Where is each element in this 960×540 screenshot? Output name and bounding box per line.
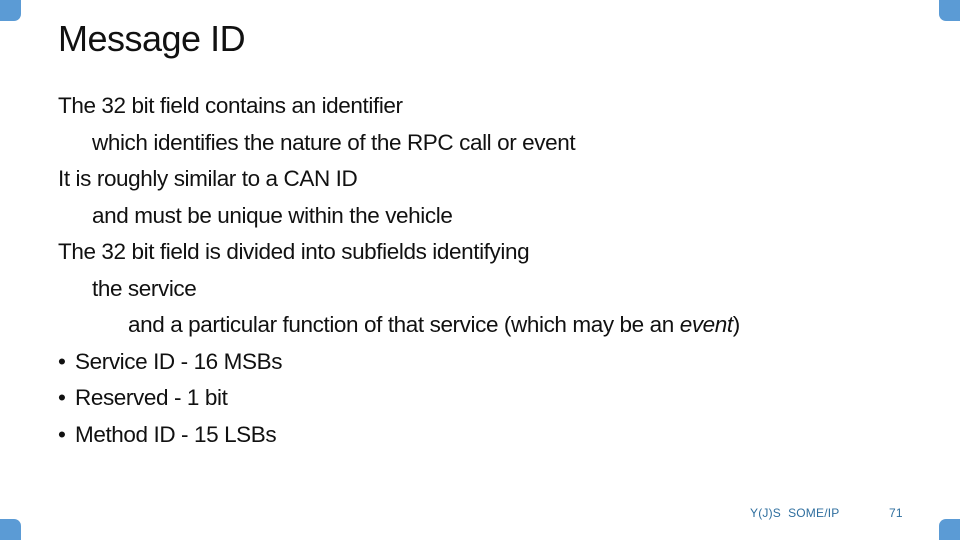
- slide-body: The 32 bit field contains an identifier …: [58, 88, 740, 453]
- body-line-text: and a particular function of that servic…: [128, 312, 680, 337]
- corner-decoration-top-right: [939, 0, 960, 21]
- slide-title: Message ID: [58, 18, 246, 59]
- page-number: 71: [889, 506, 903, 520]
- bullet-item: • Reserved - 1 bit: [58, 380, 740, 417]
- corner-decoration-bottom-right: [939, 519, 960, 540]
- body-line: the service: [92, 275, 197, 301]
- corner-decoration-top-left: [0, 0, 21, 21]
- bullet-icon: •: [58, 385, 66, 410]
- body-line: It is roughly similar to a CAN ID: [58, 166, 358, 191]
- bullet-text: Reserved - 1 bit: [75, 385, 228, 410]
- bullet-item: • Method ID - 15 LSBs: [58, 417, 740, 454]
- body-line: and must be unique within the vehicle: [92, 202, 453, 228]
- corner-decoration-bottom-left: [0, 519, 21, 540]
- body-line: The 32 bit field is divided into subfiel…: [58, 239, 530, 264]
- bullet-item: • Service ID - 16 MSBs: [58, 344, 740, 381]
- emphasis-text: event: [679, 312, 733, 337]
- bullet-text: Method ID - 15 LSBs: [75, 421, 277, 447]
- bullet-icon: •: [58, 348, 66, 374]
- body-line: and a particular function of that servic…: [58, 307, 740, 344]
- body-line-text: ): [732, 312, 740, 337]
- footer-title: Y(J)S SOME/IP: [750, 506, 840, 520]
- bullet-icon: •: [58, 421, 66, 447]
- bullet-text: Service ID - 16 MSBs: [75, 348, 283, 374]
- body-line: The 32 bit field contains an identifier: [58, 93, 403, 118]
- body-line: which identifies the nature of the RPC c…: [92, 129, 576, 155]
